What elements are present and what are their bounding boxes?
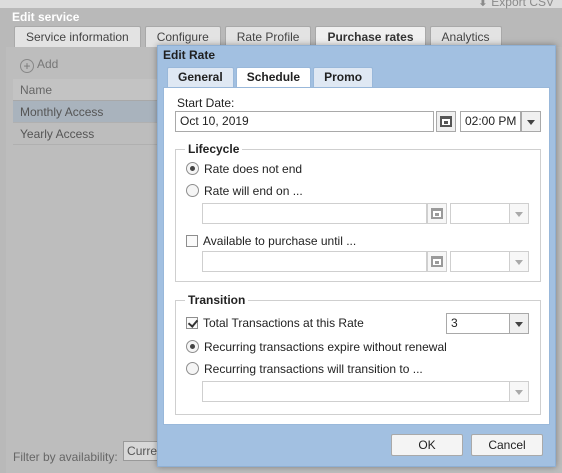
tab-rate-profile: Rate Profile: [224, 26, 312, 47]
available-date-picker-button[interactable]: [427, 251, 447, 272]
calendar-icon: [440, 116, 452, 127]
service-tabs: Service information Configure Rate Profi…: [14, 26, 506, 47]
table-row: Monthly Access: [13, 101, 159, 123]
tab-analytics: Analytics: [429, 26, 502, 47]
chevron-down-icon: [515, 390, 523, 395]
calendar-icon: [431, 208, 443, 219]
total-transactions-checkbox[interactable]: [186, 317, 198, 329]
export-icon: ⬇: [477, 0, 488, 9]
cancel-button[interactable]: Cancel: [471, 434, 543, 456]
transition-to-option[interactable]: Recurring transactions will transition t…: [186, 362, 423, 376]
lifecycle-legend: Lifecycle: [188, 142, 240, 156]
column-header-name: Name: [13, 79, 159, 101]
transition-target-select[interactable]: [202, 381, 510, 402]
add-icon: +: [20, 59, 34, 73]
rate-will-end-option[interactable]: Rate will end on ...: [186, 184, 303, 198]
total-transactions-select[interactable]: 3: [446, 313, 510, 334]
transition-legend: Transition: [188, 293, 246, 307]
end-time-dropdown-button[interactable]: [509, 203, 529, 224]
available-date-input[interactable]: [202, 251, 427, 272]
chevron-down-icon: [515, 260, 523, 265]
expire-without-renewal-radio[interactable]: [186, 340, 199, 353]
schedule-panel: Start Date: Oct 10, 2019 02:00 PM Lifecy…: [163, 87, 550, 425]
start-time-dropdown-button[interactable]: [521, 111, 541, 132]
start-date-picker-button[interactable]: [436, 111, 456, 132]
available-time-dropdown-button[interactable]: [509, 251, 529, 272]
dialog-tabs: General Schedule Promo: [167, 67, 375, 87]
end-time-input[interactable]: [450, 203, 510, 224]
availability-filter: Filter by availability: Current: [13, 441, 168, 464]
chevron-down-icon: [515, 212, 523, 217]
ok-button[interactable]: OK: [391, 434, 463, 456]
transition-to-radio[interactable]: [186, 362, 199, 375]
end-date-picker-button[interactable]: [427, 203, 447, 224]
start-date-input[interactable]: Oct 10, 2019: [175, 111, 434, 132]
transition-target-dropdown-button[interactable]: [509, 381, 529, 402]
tab-promo[interactable]: Promo: [313, 67, 374, 87]
start-time-input[interactable]: 02:00 PM: [460, 111, 521, 132]
end-date-input[interactable]: [202, 203, 427, 224]
tab-configure: Configure: [144, 26, 221, 47]
start-date-label: Start Date:: [177, 96, 235, 110]
add-button: + Add: [8, 52, 158, 76]
dialog-title: Edit Rate: [163, 48, 216, 62]
available-until-checkbox[interactable]: [186, 235, 198, 247]
tab-service-information: Service information: [14, 26, 141, 47]
available-time-input[interactable]: [450, 251, 510, 272]
chevron-down-icon: [527, 120, 535, 125]
expire-without-renewal-option[interactable]: Recurring transactions expire without re…: [186, 340, 447, 354]
chevron-down-icon: [515, 322, 523, 327]
available-until-option[interactable]: Available to purchase until ...: [186, 234, 356, 248]
total-transactions-option[interactable]: Total Transactions at this Rate: [186, 316, 364, 330]
calendar-icon: [431, 256, 443, 267]
rate-does-not-end-radio[interactable]: [186, 162, 199, 175]
rate-does-not-end-option[interactable]: Rate does not end: [186, 162, 302, 176]
rates-grid: Name Monthly Access Yearly Access: [13, 79, 159, 145]
window-title: Edit service: [12, 10, 80, 24]
export-csv-link: ⬇ Export CSV: [478, 0, 554, 9]
tab-purchase-rates: Purchase rates: [315, 26, 426, 47]
filter-label: Filter by availability:: [13, 450, 118, 464]
tab-general[interactable]: General: [167, 67, 234, 87]
rate-will-end-radio[interactable]: [186, 184, 199, 197]
tab-schedule[interactable]: Schedule: [235, 67, 312, 87]
table-row: Yearly Access: [13, 123, 159, 145]
total-transactions-dropdown-button[interactable]: [509, 313, 529, 334]
edit-rate-dialog: Edit Rate General Schedule Promo Start D…: [157, 45, 556, 467]
